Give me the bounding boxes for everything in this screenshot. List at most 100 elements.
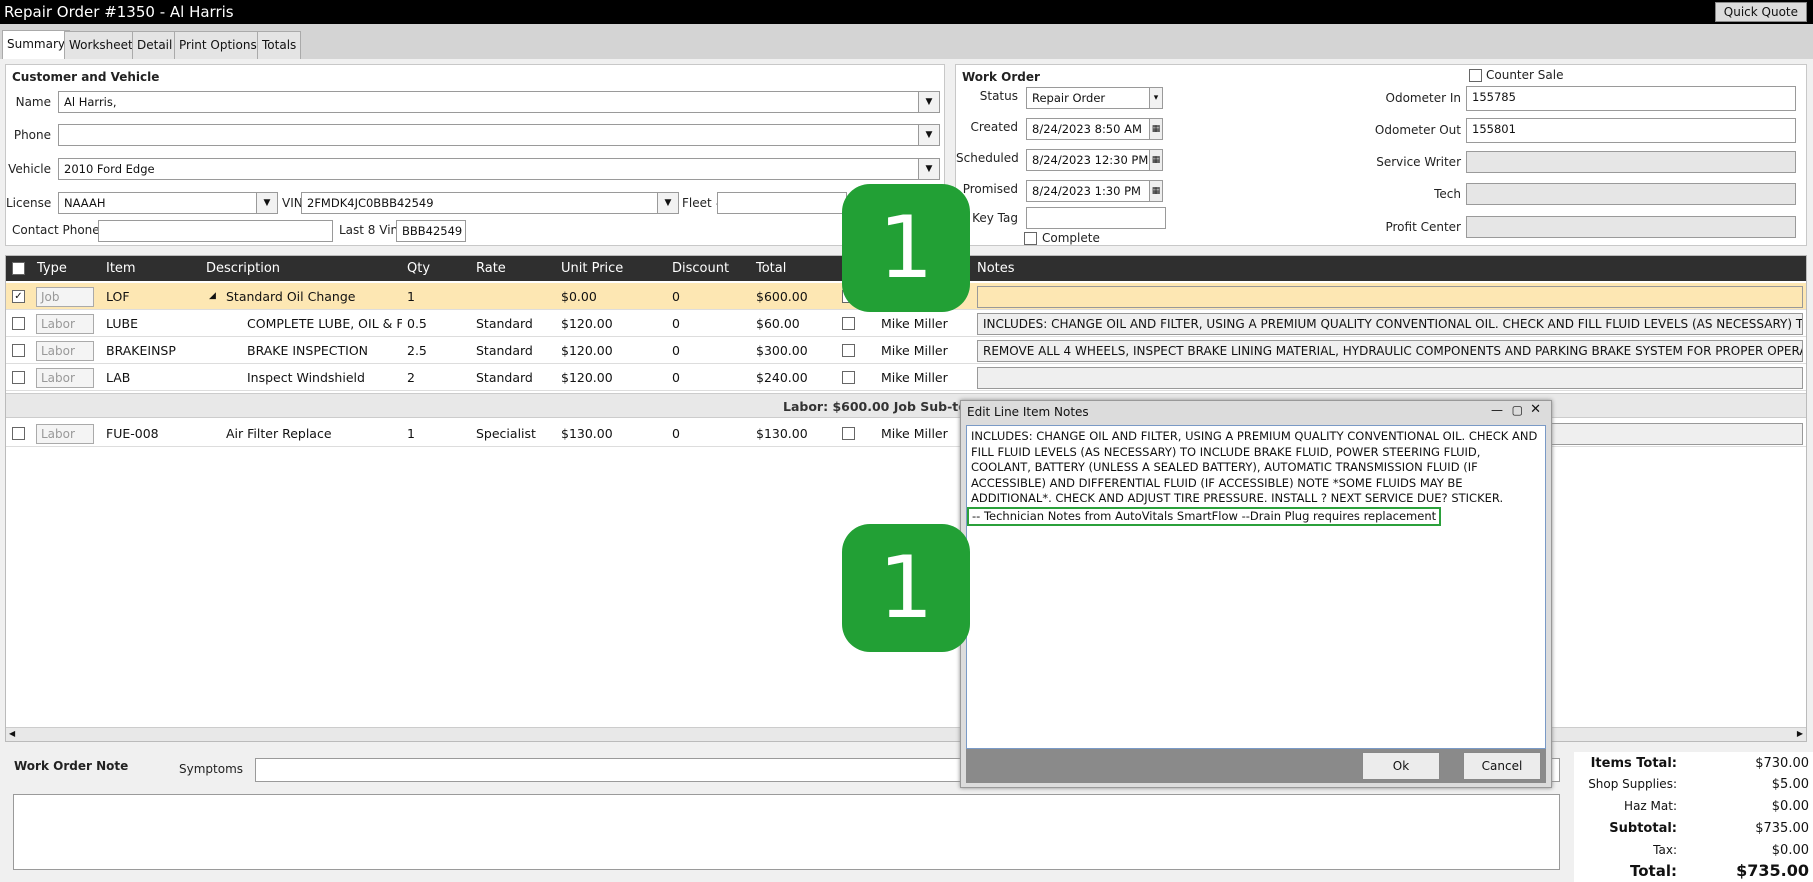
row-checkbox[interactable] <box>12 371 25 384</box>
col-item[interactable]: Item <box>106 261 136 276</box>
items-total-value: $730.00 <box>1755 756 1809 771</box>
service-writer-select[interactable] <box>1466 151 1796 173</box>
col-type[interactable]: Type <box>37 261 67 276</box>
complete-checkbox[interactable] <box>1024 232 1037 245</box>
type-select[interactable]: Labor <box>36 424 94 444</box>
ok-button[interactable]: Ok <box>1362 752 1440 780</box>
total-cell: $130.00 <box>756 426 808 441</box>
contact-phone-field[interactable] <box>98 220 333 242</box>
tech-cell: Mike Miller <box>881 316 948 331</box>
vin-field[interactable]: 2FMDK4JC0BBB42549 <box>301 192 659 214</box>
odometer-in-label: Odometer In <box>1385 91 1461 105</box>
tech-cell: Mike Miller <box>881 426 948 441</box>
status-field[interactable]: Repair Order <box>1026 87 1151 109</box>
col-rate[interactable]: Rate <box>476 261 506 276</box>
status-label: Status <box>979 89 1018 103</box>
tab-print-options[interactable]: Print Options <box>174 31 262 59</box>
vin-dropdown-icon[interactable]: ▼ <box>657 192 679 214</box>
total-value: $735.00 <box>1736 861 1809 880</box>
work-order-note-textarea[interactable] <box>13 794 1560 870</box>
calendar-icon[interactable]: ▦ <box>1149 180 1163 202</box>
row-checkbox[interactable] <box>12 317 25 330</box>
edit-notes-dialog: Edit Line Item Notes — ▢ ✕ INCLUDES: CHA… <box>960 400 1552 788</box>
name-dropdown-icon[interactable]: ▼ <box>918 91 940 113</box>
col-unit-price[interactable]: Unit Price <box>561 261 623 276</box>
rate-cell: Standard <box>476 370 533 385</box>
collapse-triangle-icon[interactable]: ◢ <box>209 291 216 301</box>
tab-summary[interactable]: Summary <box>2 30 70 59</box>
row-flag-checkbox[interactable] <box>842 371 855 384</box>
quick-quote-button[interactable]: Quick Quote <box>1714 2 1807 22</box>
vehicle-field[interactable]: 2010 Ford Edge <box>58 158 920 180</box>
calendar-icon[interactable]: ▦ <box>1149 118 1163 140</box>
discount-cell: 0 <box>672 289 680 304</box>
col-description[interactable]: Description <box>206 261 280 276</box>
profit-center-label: Profit Center <box>1385 220 1461 234</box>
table-row[interactable]: Labor BRAKEINSP BRAKE INSPECTION 2.5 Sta… <box>6 337 1806 364</box>
cancel-button[interactable]: Cancel <box>1463 752 1541 780</box>
maximize-icon[interactable]: ▢ <box>1512 403 1523 417</box>
notes-cell[interactable]: REMOVE ALL 4 WHEELS, INSPECT BRAKE LININ… <box>977 340 1803 362</box>
item-cell: LAB <box>106 370 131 385</box>
haz-mat-value: $0.00 <box>1771 799 1809 814</box>
select-all-checkbox[interactable] <box>12 262 25 275</box>
minimize-icon[interactable]: — <box>1491 403 1503 417</box>
total-label: Total: <box>1630 862 1677 880</box>
phone-field[interactable] <box>58 124 920 146</box>
tax-value: $0.00 <box>1771 843 1809 858</box>
col-discount[interactable]: Discount <box>672 261 729 276</box>
notes-cell[interactable] <box>977 367 1803 389</box>
tech-select[interactable] <box>1466 183 1796 205</box>
counter-sale-checkbox[interactable] <box>1469 69 1482 82</box>
notes-cell[interactable]: INCLUDES: CHANGE OIL AND FILTER, USING A… <box>977 313 1803 335</box>
scheduled-field[interactable]: 8/24/2023 12:30 PM <box>1026 149 1151 171</box>
col-total[interactable]: Total <box>756 261 786 276</box>
col-qty[interactable]: Qty <box>407 261 430 276</box>
row-flag-checkbox[interactable] <box>842 317 855 330</box>
promised-field[interactable]: 8/24/2023 1:30 PM <box>1026 180 1151 202</box>
created-field[interactable]: 8/24/2023 8:50 AM <box>1026 118 1151 140</box>
col-notes[interactable]: Notes <box>977 261 1015 276</box>
row-flag-checkbox[interactable] <box>842 427 855 440</box>
notes-textarea[interactable]: INCLUDES: CHANGE OIL AND FILTER, USING A… <box>966 425 1546 749</box>
calendar-icon[interactable]: ▦ <box>1149 149 1163 171</box>
tab-totals[interactable]: Totals <box>257 31 302 59</box>
scroll-right-icon[interactable]: ▶ <box>1797 729 1803 738</box>
last8-field[interactable]: BBB42549 <box>396 220 466 242</box>
tab-bar: Summary Worksheet Detail Print Options T… <box>0 24 1813 59</box>
type-select[interactable]: Labor <box>36 314 94 334</box>
tab-worksheet[interactable]: Worksheet <box>64 31 138 59</box>
row-flag-checkbox[interactable] <box>842 344 855 357</box>
scroll-left-icon[interactable]: ◀ <box>9 729 15 738</box>
row-checkbox[interactable] <box>12 427 25 440</box>
dialog-title: Edit Line Item Notes <box>967 405 1089 419</box>
keytag-field[interactable] <box>1026 207 1166 229</box>
type-select[interactable]: Labor <box>36 341 94 361</box>
row-checkbox[interactable] <box>12 344 25 357</box>
profit-center-select[interactable] <box>1466 216 1796 238</box>
name-field[interactable]: Al Harris, <box>58 91 920 113</box>
discount-cell: 0 <box>672 343 680 358</box>
title-bar: Repair Order #1350 - Al Harris Quick Quo… <box>0 0 1813 24</box>
table-row[interactable]: Labor LAB Inspect Windshield 2 Standard … <box>6 364 1806 391</box>
table-row[interactable]: Labor LUBE COMPLETE LUBE, OIL & FII 0.5 … <box>6 310 1806 337</box>
license-field[interactable]: NAAAH <box>58 192 258 214</box>
vehicle-dropdown-icon[interactable]: ▼ <box>918 158 940 180</box>
close-icon[interactable]: ✕ <box>1530 402 1541 417</box>
section-title: Customer and Vehicle <box>12 70 160 84</box>
odometer-in-field[interactable]: 155785 <box>1466 86 1796 111</box>
row-checkbox[interactable]: ✓ <box>12 290 25 303</box>
license-dropdown-icon[interactable]: ▼ <box>256 192 278 214</box>
shop-supplies-label: Shop Supplies: <box>1588 777 1677 791</box>
description-cell: COMPLETE LUBE, OIL & FII <box>247 316 402 331</box>
type-select[interactable]: Labor <box>36 368 94 388</box>
fleet-field[interactable] <box>717 192 847 214</box>
odometer-out-field[interactable]: 155801 <box>1466 118 1796 143</box>
tab-detail[interactable]: Detail <box>132 31 178 59</box>
phone-dropdown-icon[interactable]: ▼ <box>918 124 940 146</box>
promised-label: Promised <box>962 182 1018 196</box>
status-dropdown-icon[interactable]: ▾ <box>1149 87 1163 109</box>
notes-cell[interactable] <box>977 286 1803 308</box>
type-select[interactable]: Job <box>36 287 94 307</box>
created-label: Created <box>970 120 1019 134</box>
